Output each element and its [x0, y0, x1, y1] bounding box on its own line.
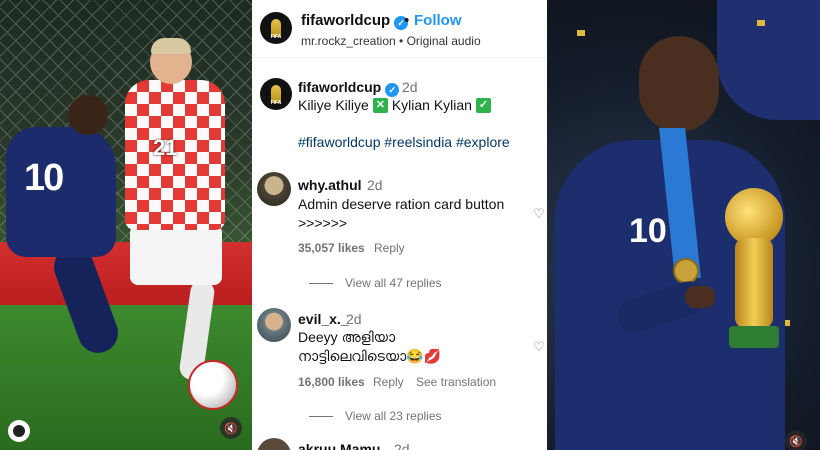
post-header: FIFA fifaworldcup ✓ • Follow mr.rockz_cre…	[252, 0, 547, 58]
caption-account-name[interactable]: fifaworldcup	[298, 79, 381, 95]
comment-text-line: Admin deserve ration card button	[298, 196, 505, 212]
right-image[interactable]: 10 🔇	[547, 0, 820, 450]
france-player: 10	[6, 95, 126, 359]
comment-time: 2d	[394, 441, 410, 450]
teammate-arm	[717, 0, 820, 120]
caption-account[interactable]: fifaworldcup ✓	[298, 79, 400, 97]
verified-icon: ✓	[385, 83, 400, 97]
comment-avatar[interactable]	[257, 438, 291, 450]
comment-username[interactable]: akruu.Mamu	[298, 441, 380, 450]
comment-likes[interactable]: 16,800 likes	[298, 375, 365, 389]
hashtags[interactable]: #fifaworldcup #reelsindia #explore	[298, 134, 510, 150]
comment-avatar[interactable]	[257, 172, 291, 206]
follow-button[interactable]: Follow	[414, 12, 462, 29]
comments-panel: FIFA fifaworldcup ✓ • Follow mr.rockz_cre…	[252, 0, 547, 450]
reply-button[interactable]: Reply	[373, 375, 404, 389]
mute-icon[interactable]: 🔇	[785, 430, 807, 450]
view-replies-button[interactable]: View all 47 replies	[309, 276, 442, 290]
world-cup-trophy	[719, 188, 789, 348]
see-translation-button[interactable]: See translation	[416, 375, 496, 389]
comment-text-line: Deeyy അളിയാ	[298, 329, 396, 345]
comment-avatar[interactable]	[257, 308, 291, 342]
caption-avatar[interactable]: FIFA	[260, 78, 292, 110]
confetti	[757, 20, 765, 26]
cross-mark-icon: ✕	[372, 97, 388, 113]
like-heart-icon[interactable]: ♡	[533, 340, 547, 354]
mute-icon[interactable]: 🔇	[220, 417, 242, 439]
view-replies-label[interactable]: View all 23 replies	[345, 409, 442, 423]
view-replies-button[interactable]: View all 23 replies	[309, 409, 442, 423]
comment-likes[interactable]: 35,057 likes	[298, 241, 365, 255]
player-hand	[685, 286, 715, 308]
left-video[interactable]: 10 21 🔇	[0, 0, 252, 450]
account-avatar[interactable]: FIFA	[260, 12, 292, 44]
reply-button[interactable]: Reply	[374, 241, 405, 255]
view-replies-label[interactable]: View all 47 replies	[345, 276, 442, 290]
croatia-player: 21	[115, 38, 245, 382]
comment-text-line: >>>>>>	[298, 215, 348, 231]
account-name-link[interactable]: fifaworldcup ✓	[301, 12, 409, 30]
caption-part2: Kylian Kylian	[391, 97, 472, 113]
confetti	[577, 30, 585, 36]
comment-time: 2d	[367, 177, 383, 193]
caption-part1: Kiliye Kiliye	[298, 97, 369, 113]
caption-time: 2d	[402, 79, 418, 95]
football	[188, 360, 238, 410]
comment-text: Admin deserve ration card button >>>>>>	[298, 195, 504, 233]
comment-time: 2d	[346, 311, 362, 327]
divider	[309, 282, 333, 284]
comment-text: Deeyy അളിയാ നാട്ടിലെവിടെയാ😂💋	[298, 328, 441, 366]
divider	[309, 415, 333, 417]
opponent-jersey-number: 21	[153, 135, 178, 160]
medal	[673, 258, 699, 284]
user-icon[interactable]	[8, 420, 30, 442]
audio-link[interactable]: mr.rockz_creation • Original audio	[301, 34, 481, 48]
jersey-number: 10	[24, 157, 64, 199]
account-name[interactable]: fifaworldcup	[301, 12, 390, 29]
comment-text-line: നാട്ടിലെവിടെയാ😂💋	[298, 348, 442, 364]
player-head	[639, 36, 719, 132]
comment-username[interactable]: why.athul	[298, 177, 362, 193]
jersey-number: 10	[629, 212, 667, 250]
check-mark-icon: ✓	[475, 97, 491, 113]
comment-username[interactable]: evil_x._	[298, 311, 349, 327]
caption-text: Kiliye Kiliye ✕ Kylian Kylian ✓	[298, 97, 491, 113]
separator-dot: •	[404, 12, 410, 29]
like-heart-icon[interactable]: ♡	[533, 207, 547, 221]
